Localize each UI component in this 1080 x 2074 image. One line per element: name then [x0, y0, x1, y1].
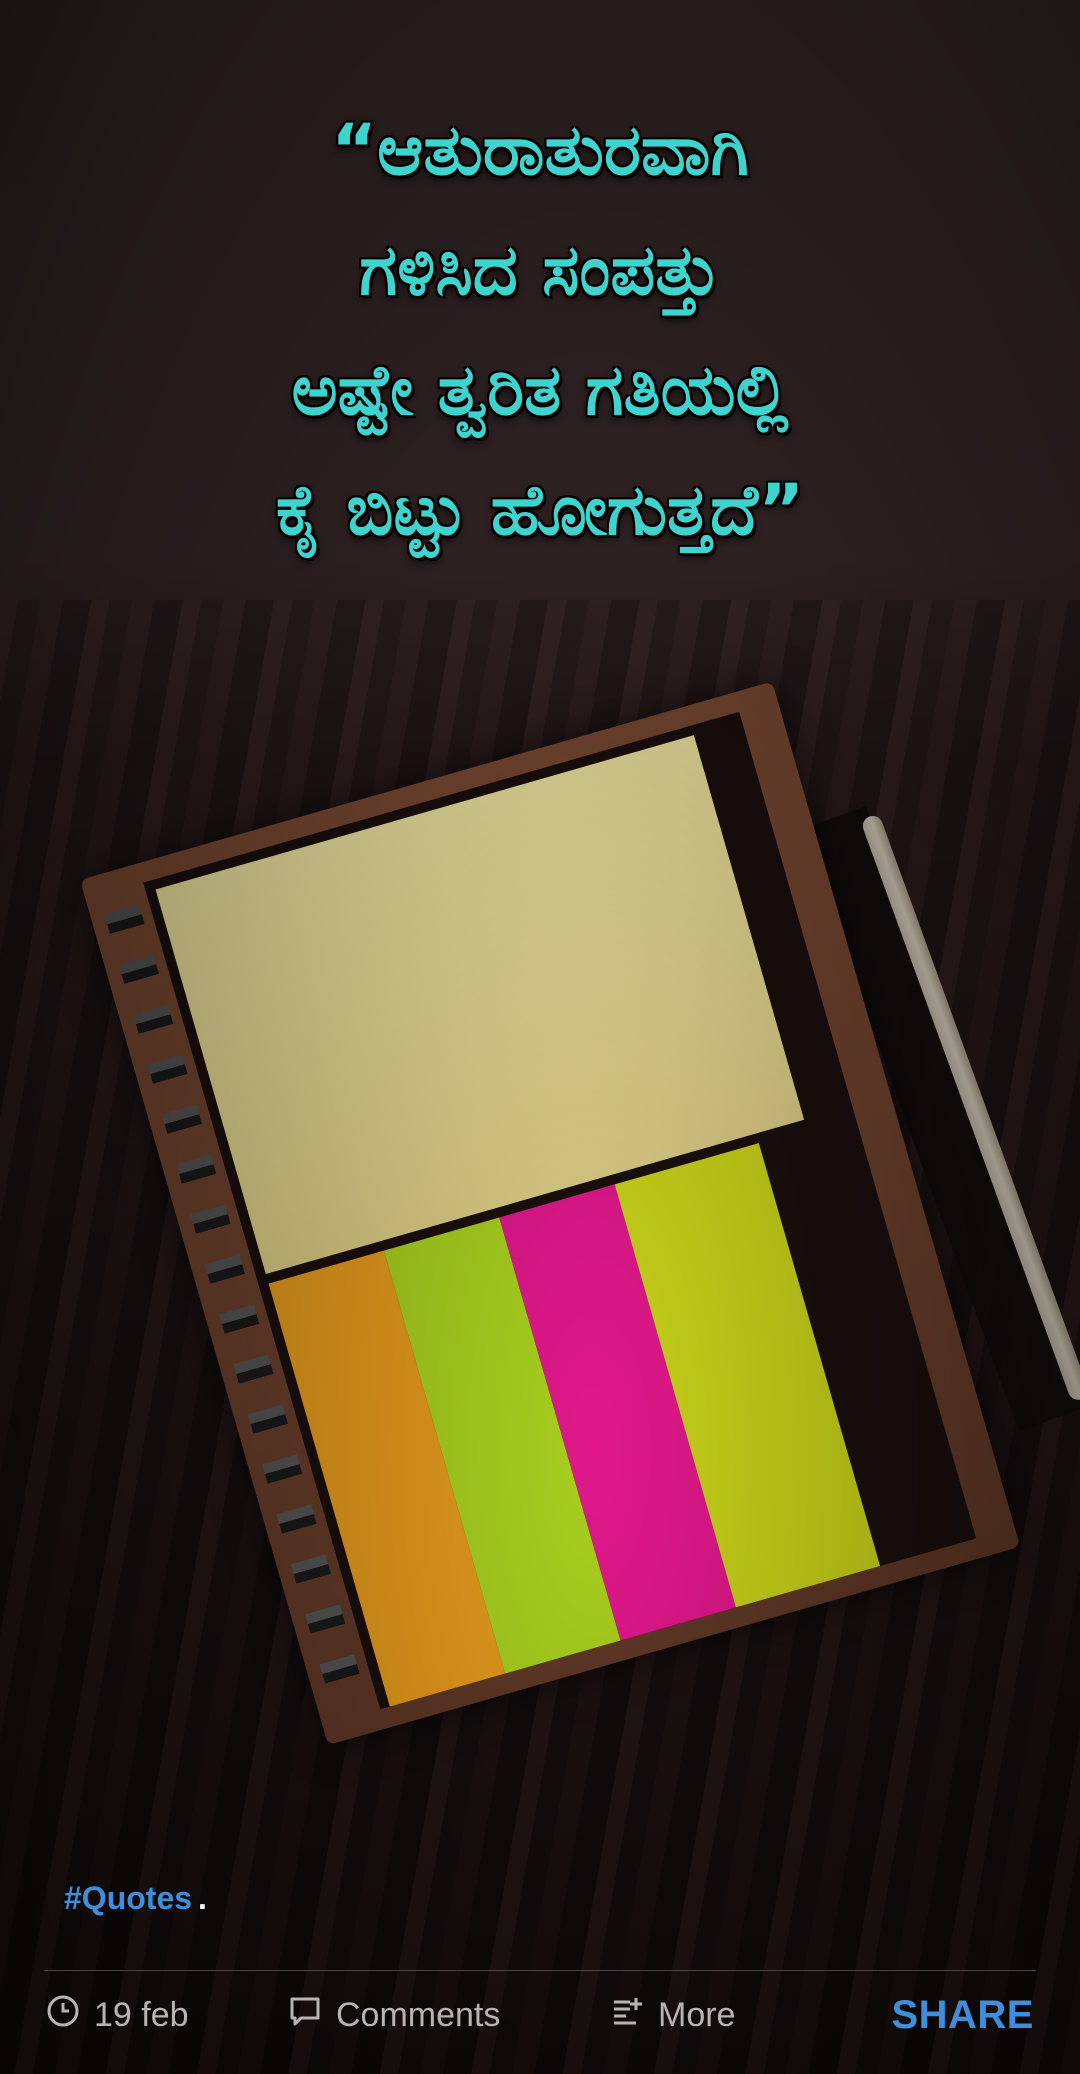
quote-line-2: ಗಳಿಸಿದ ಸಂಪತ್ತು: [359, 229, 721, 311]
divider: [44, 1970, 1036, 1971]
hashtag-link[interactable]: #Quotes: [64, 1880, 192, 1916]
more-label: More: [658, 1995, 736, 2034]
comments-label: Comments: [336, 1995, 501, 2034]
quote-line-4: ಕೈ ಬಿಟ್ಟು ಹೋಗುತ್ತದೆ”: [275, 469, 805, 551]
clock-icon: [46, 1994, 94, 2037]
quote-line-1: “ಆತುರಾತುರವಾಗಿ: [331, 109, 749, 191]
quote-text: “ಆತುರಾತುರವಾಗಿ ಗಳಿಸಿದ ಸಂಪತ್ತು ಅಷ್ಟೇ ತ್ವರಿ…: [0, 90, 1080, 570]
hashtag-row: #Quotes.: [64, 1880, 207, 1917]
date-label: 19 feb: [94, 1995, 189, 2034]
share-button[interactable]: SHARE: [891, 1980, 1034, 2050]
date-item: 19 feb: [46, 1980, 189, 2050]
hashtag-suffix: .: [198, 1880, 207, 1916]
more-icon: [610, 1994, 658, 2037]
comment-icon: [288, 1994, 336, 2037]
action-bar: 19 feb Comments More SHARE: [0, 1980, 1080, 2050]
quote-line-3: ಅಷ್ಟೇ ತ್ವರಿತ ಗತಿಯಲ್ಲಿ: [291, 349, 789, 431]
comments-button[interactable]: Comments: [288, 1980, 500, 2050]
more-button[interactable]: More: [610, 1980, 735, 2050]
